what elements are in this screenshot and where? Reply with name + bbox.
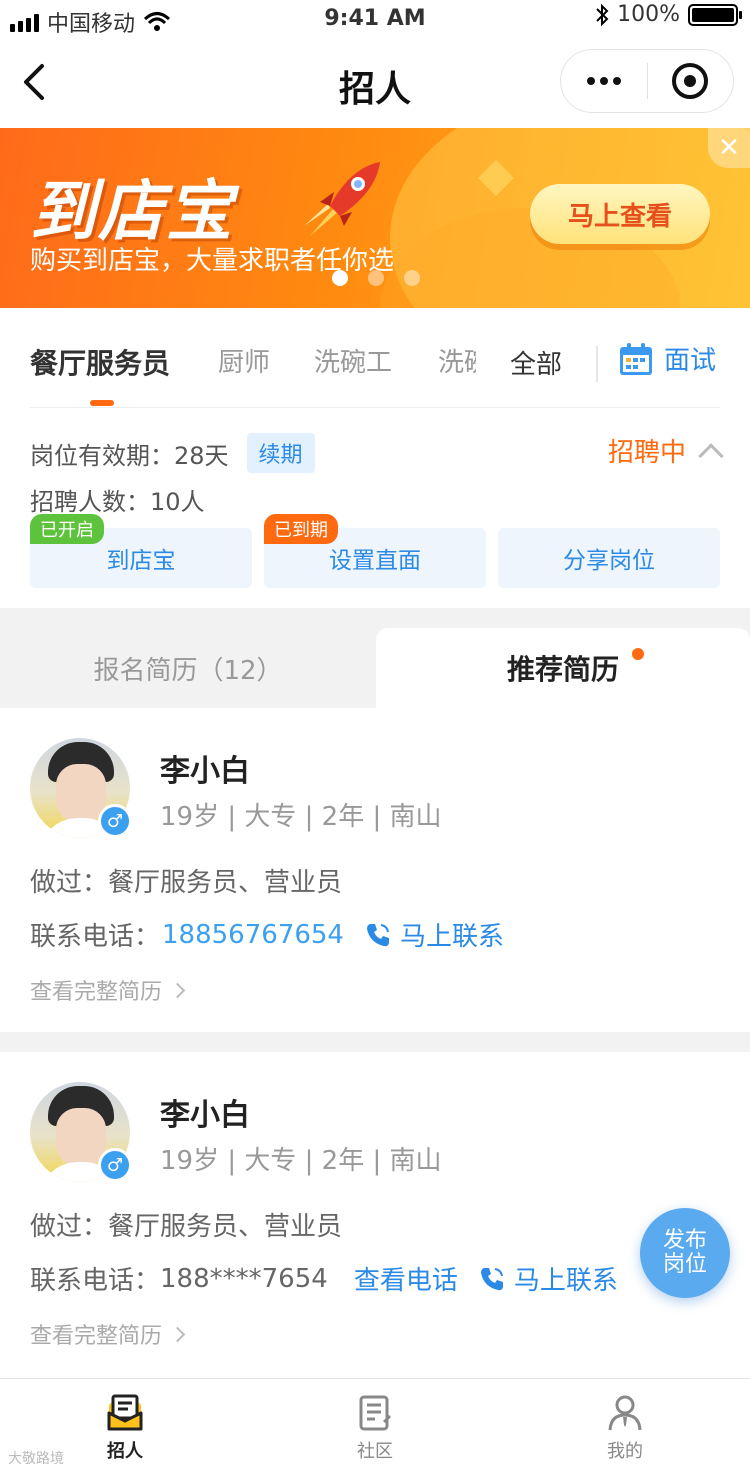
candidate-card[interactable]: ♂ 李小白 19岁 | 大专 | 2年 | 南山 做过：餐厅服务员、营业员 联系…: [0, 708, 750, 1032]
view-phone-button[interactable]: 查看电话: [354, 1260, 458, 1297]
interview-label: 面试: [664, 346, 717, 376]
close-miniapp-button[interactable]: [648, 50, 734, 112]
chevron-right-icon: [169, 1326, 186, 1342]
view-full-resume-label: 查看完整简历: [30, 1324, 163, 1349]
bluetooth-icon: [596, 3, 609, 26]
job-panel: 餐厅服务员 厨师 洗碗工 洗碗 全部 面试 岗位有效期：28天 续期 招聘人数：…: [0, 308, 750, 608]
more-icon: [586, 77, 621, 85]
contact-now-button[interactable]: 马上联系: [478, 1260, 618, 1297]
candidate-experience: 做过：餐厅服务员、营业员: [30, 1212, 343, 1242]
view-full-resume-label: 查看完整简历: [30, 980, 163, 1005]
chevron-up-icon: [698, 442, 724, 469]
recruit-icon: [107, 1394, 143, 1431]
carousel-dot[interactable]: [368, 270, 384, 286]
carousel-indicator: [332, 270, 420, 286]
candidate-experience: 做过：餐厅服务员、营业员: [30, 868, 343, 898]
fab-line1: 发布: [662, 1228, 707, 1253]
hiring-status-toggle[interactable]: 招聘中: [607, 432, 724, 469]
candidate-name: 李小白: [160, 1098, 250, 1133]
validity-label: 岗位有效期：: [30, 441, 174, 470]
battery-icon: [688, 3, 742, 26]
candidate-meta: 19岁 | 大专 | 2年 | 南山: [160, 1146, 442, 1176]
candidate-phone-row: 联系电话： 188****7654 查看电话 马上联系: [30, 1260, 618, 1297]
male-icon: ♂: [98, 1148, 132, 1182]
post-job-fab[interactable]: 发布 岗位: [640, 1208, 730, 1298]
tab-profile[interactable]: 我的: [500, 1379, 750, 1474]
tab-community-label: 社区: [357, 1441, 393, 1462]
renew-button[interactable]: 续期: [246, 433, 315, 473]
tab-separator: [596, 346, 598, 382]
daodianbao-label: 到店宝: [106, 548, 176, 574]
community-icon: [359, 1395, 391, 1431]
mini-program-capsule: [560, 49, 734, 113]
calendar-icon: [620, 342, 652, 375]
candidate-name: 李小白: [160, 754, 250, 789]
headcount-label: 招聘人数：: [30, 487, 150, 516]
contact-now-label: 马上联系: [399, 922, 504, 952]
chevron-right-icon: [169, 982, 186, 998]
status-bar: 中国移动 9:41 AM 100%: [0, 0, 750, 40]
phone-number[interactable]: 18856767654: [162, 920, 344, 950]
job-actions: 已开启 到店宝 已到期 设置直面 分享岗位: [30, 514, 720, 588]
share-job-label: 分享岗位: [563, 548, 655, 574]
carousel-dot[interactable]: [332, 270, 348, 286]
phone-icon: [366, 923, 389, 946]
battery-percent: 100%: [617, 2, 680, 27]
view-now-button[interactable]: 马上查看: [530, 184, 710, 244]
job-tab-waiter[interactable]: 餐厅服务员: [30, 342, 170, 382]
phone-number-masked: 188****7654: [160, 1263, 328, 1294]
recommended-label: 推荐简历: [506, 653, 619, 686]
close-icon: ✕: [718, 133, 740, 163]
phone-label: 联系电话：: [30, 922, 161, 952]
more-button[interactable]: [561, 50, 647, 112]
candidate-phone-row: 联系电话： 18856767654 马上联系: [30, 916, 504, 953]
daodianbao-button[interactable]: 已开启 到店宝: [30, 514, 252, 588]
tab-recruit-label: 招人: [107, 1441, 143, 1462]
contact-now-button[interactable]: 马上联系: [364, 916, 504, 953]
headcount-value: 10人: [150, 487, 205, 516]
job-tab-chef[interactable]: 厨师: [218, 342, 270, 379]
job-tab-clipped[interactable]: 洗碗: [438, 342, 476, 379]
enabled-badge: 已开启: [30, 514, 104, 544]
male-icon: ♂: [98, 804, 132, 838]
share-job-button[interactable]: 分享岗位: [498, 528, 720, 588]
banner-close-button[interactable]: ✕: [708, 128, 750, 168]
tab-recommended-resumes[interactable]: 推荐简历: [376, 628, 750, 708]
interview-button[interactable]: 面试: [618, 340, 716, 377]
view-full-resume-link[interactable]: 查看完整简历: [30, 974, 186, 1006]
nav-bar: 招人: [0, 40, 750, 128]
target-icon: [672, 63, 709, 99]
expired-badge: 已到期: [264, 514, 338, 544]
validity-value: 28天: [174, 441, 229, 470]
tab-community[interactable]: 社区: [250, 1379, 500, 1474]
promo-banner[interactable]: 到店宝 购买到店宝，大量求职者任你选 马上查看 ✕: [0, 128, 750, 308]
active-tab-indicator: [90, 400, 114, 406]
new-dot-badge: [632, 648, 644, 660]
phone-label: 联系电话：: [30, 1266, 161, 1296]
candidate-meta: 19岁 | 大专 | 2年 | 南山: [160, 802, 442, 832]
profile-icon: [608, 1395, 642, 1431]
set-direct-interview-label: 设置直面: [329, 548, 421, 574]
bottom-tab-bar: 招人 社区 我的: [0, 1378, 750, 1474]
diamond-decoration-icon: [478, 160, 514, 196]
view-full-resume-link[interactable]: 查看完整简历: [30, 1318, 186, 1350]
job-tab-dishwasher[interactable]: 洗碗工: [314, 342, 392, 379]
watermark: 大敬路境: [8, 1451, 64, 1467]
resume-tabs: 报名简历（12） 推荐简历: [0, 628, 750, 708]
candidate-card[interactable]: ♂ 李小白 19岁 | 大专 | 2年 | 南山 做过：餐厅服务员、营业员 联系…: [0, 1052, 750, 1378]
contact-now-label: 马上联系: [513, 1266, 618, 1296]
hiring-status: 招聘中: [607, 438, 686, 468]
tab-signup-resumes[interactable]: 报名简历（12）: [0, 628, 376, 708]
rocket-icon: [304, 162, 380, 236]
tab-profile-label: 我的: [607, 1441, 643, 1462]
job-tabs: 餐厅服务员 厨师 洗碗工 洗碗 全部 面试: [30, 308, 720, 408]
carousel-dot[interactable]: [404, 270, 420, 286]
fab-line2: 岗位: [662, 1252, 707, 1277]
job-info: 岗位有效期：28天 续期 招聘人数：10人: [30, 430, 315, 522]
phone-icon: [480, 1267, 503, 1290]
all-jobs-button[interactable]: 全部: [510, 344, 562, 381]
set-direct-interview-button[interactable]: 已到期 设置直面: [264, 514, 486, 588]
